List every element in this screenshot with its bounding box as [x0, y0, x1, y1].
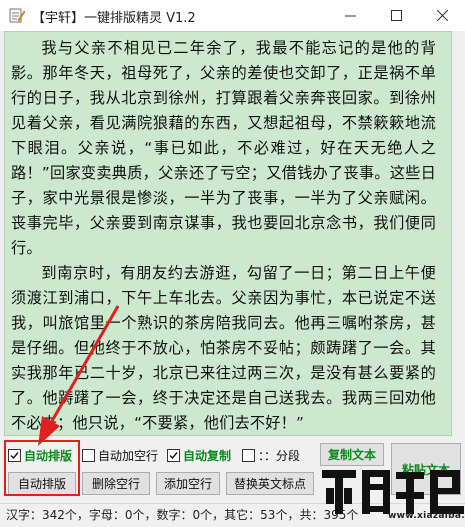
- annotation-arrow-icon: [38, 305, 120, 446]
- paragraph: 我与父亲不相见已二年余了，我最不能忘记的是他的背影。那年冬天，祖母死了，父亲的差…: [11, 39, 436, 257]
- delete-blank-lines-button[interactable]: 删除空行: [82, 472, 150, 495]
- checkbox-box: [167, 449, 180, 462]
- minimize-button[interactable]: [327, 0, 373, 31]
- app-icon: [9, 8, 25, 23]
- checkbox-box: [82, 449, 95, 462]
- replace-english-punctuation-button[interactable]: 替换英文标点: [226, 472, 314, 495]
- window-title: 【宇轩】一键排版精灵 V1.2: [32, 11, 196, 26]
- checkbox-box: [242, 449, 255, 462]
- checkmark-icon: [169, 452, 178, 460]
- segment-checkbox[interactable]: ：：分段: [242, 447, 300, 464]
- close-icon: [436, 10, 448, 21]
- maximize-button[interactable]: [373, 0, 419, 31]
- minimize-icon: [344, 15, 356, 17]
- vertical-scrollbar[interactable]: [452, 31, 465, 436]
- title-bar: 【宇轩】一键排版精灵 V1.2: [0, 0, 465, 31]
- watermark-domain: www.xiazaiba.com: [388, 511, 465, 521]
- add-blank-lines-button[interactable]: 添加空行: [156, 472, 220, 495]
- segment-label: ：：分段: [258, 449, 301, 463]
- maximize-icon: [390, 10, 402, 21]
- auto-copy-label: 自动复制: [183, 449, 232, 463]
- close-button[interactable]: [419, 0, 465, 31]
- auto-copy-checkbox[interactable]: 自动复制: [167, 447, 231, 464]
